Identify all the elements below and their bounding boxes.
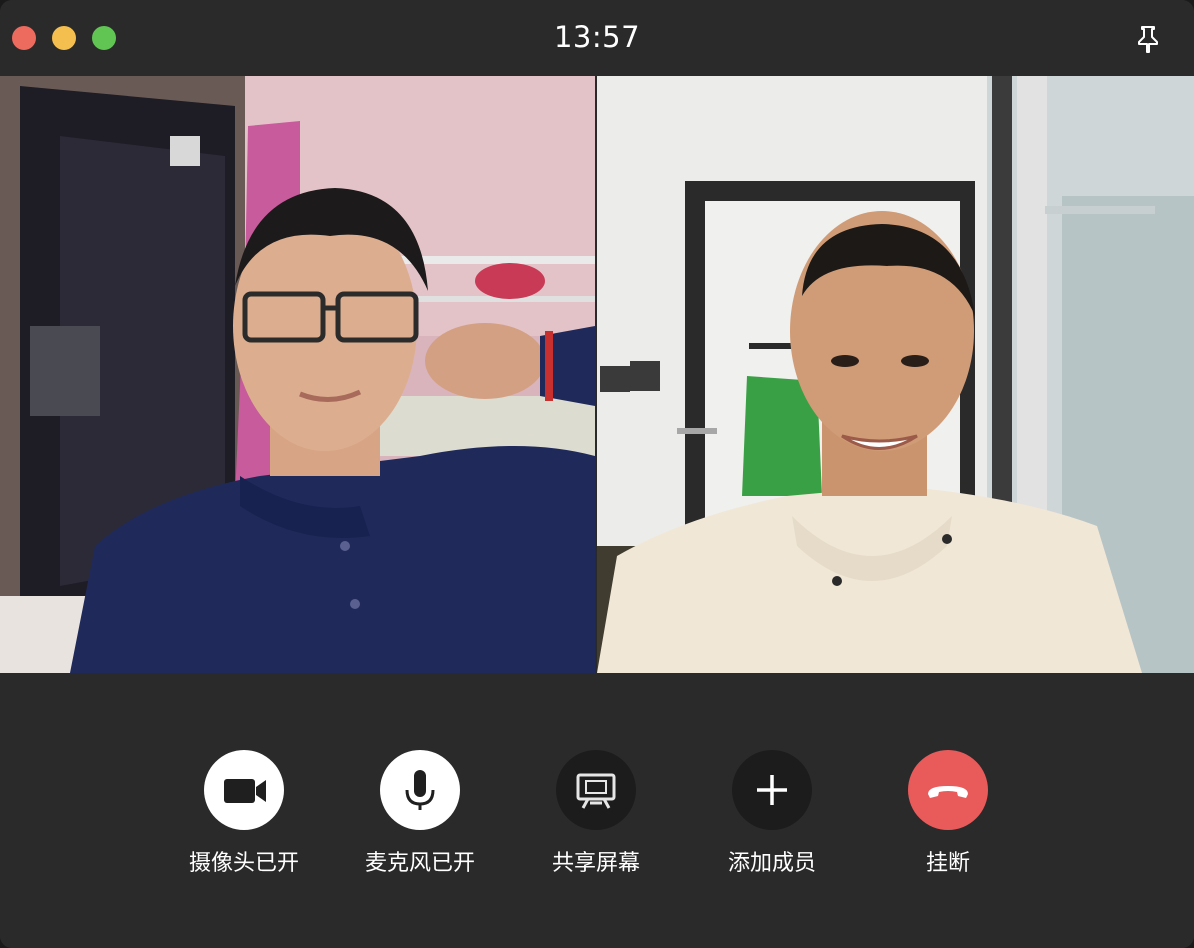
screen-share-icon [576, 773, 616, 809]
microphone-label: 麦克风已开 [364, 851, 475, 876]
video-camera-icon [224, 779, 266, 803]
add-member-control: 添加成员 [692, 750, 852, 890]
share-screen-label: 共享屏幕 [551, 851, 640, 876]
participant-video-left-image [0, 76, 595, 673]
call-controls-bar: 摄像头已开 麦克风已开 共享屏幕 添加成员 挂断 [0, 673, 1194, 948]
microphone-icon [405, 770, 435, 810]
microphone-toggle-button[interactable] [380, 750, 460, 830]
video-call-window: 13:57 摄像头已开 麦克风已开 共享屏幕 添加成员 挂断 [0, 0, 1194, 948]
add-member-button[interactable] [732, 750, 812, 830]
video-grid [0, 76, 1194, 673]
add-member-label: 添加成员 [727, 851, 816, 876]
share-screen-button[interactable] [556, 750, 636, 830]
plus-icon [757, 775, 787, 805]
pin-icon[interactable] [1133, 24, 1163, 54]
participant-video-left[interactable] [0, 76, 595, 673]
hangup-phone-icon [928, 786, 968, 798]
hangup-button[interactable] [908, 750, 988, 830]
camera-toggle-button[interactable] [204, 750, 284, 830]
title-bar: 13:57 [0, 0, 1194, 76]
microphone-control: 麦克风已开 [340, 750, 500, 890]
call-duration-clock: 13:57 [553, 20, 641, 54]
hangup-control: 挂断 [868, 750, 1028, 890]
participant-video-right-image [597, 76, 1194, 673]
share-screen-control: 共享屏幕 [516, 750, 676, 890]
hangup-label: 挂断 [925, 851, 970, 876]
participant-video-right[interactable] [597, 76, 1194, 673]
camera-control: 摄像头已开 [164, 750, 324, 890]
camera-label: 摄像头已开 [188, 851, 299, 876]
